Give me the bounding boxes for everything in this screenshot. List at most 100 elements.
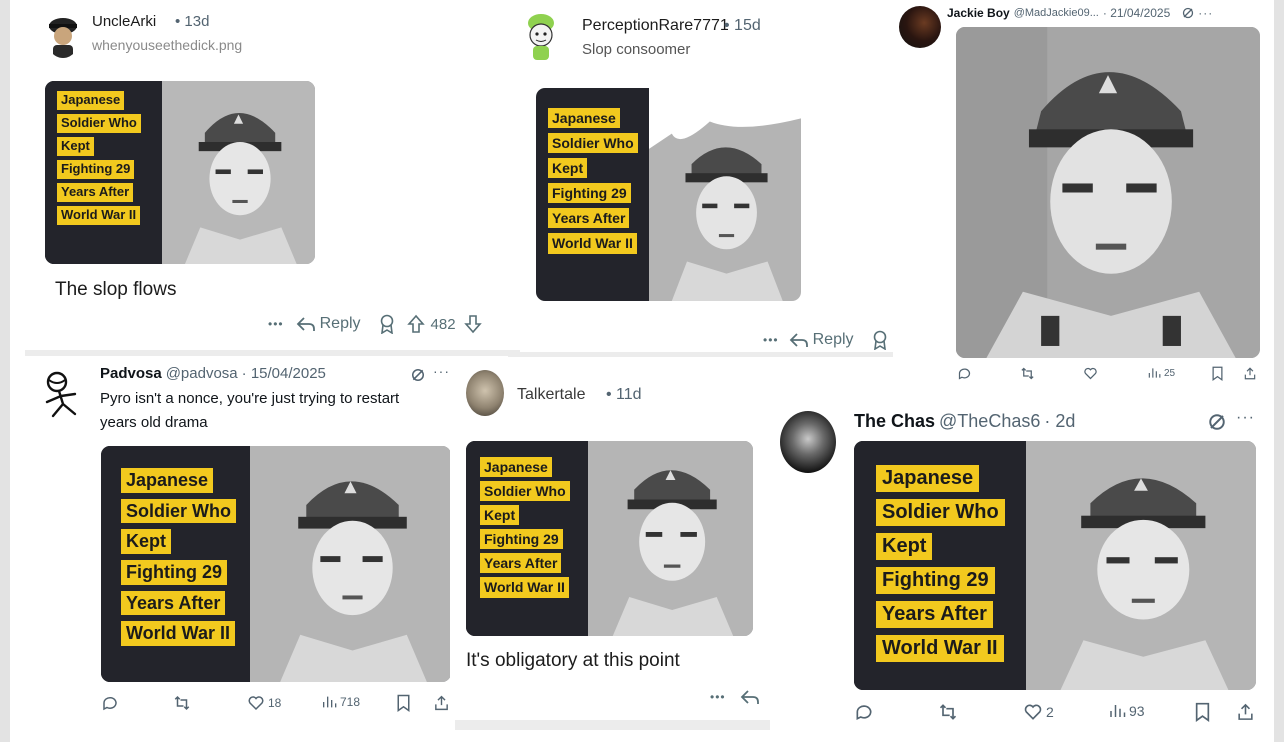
meme-line: Years After <box>876 601 993 628</box>
meme-line: Fighting 29 <box>57 159 135 179</box>
display-name[interactable]: Padvosa <box>100 365 162 382</box>
post-unclearki: UncleArki • 13d whenyouseethedick.png Ja… <box>25 0 520 352</box>
like-button[interactable]: 2 <box>1023 702 1054 722</box>
handle[interactable]: @padvosa <box>166 365 238 382</box>
divider <box>450 720 770 730</box>
timestamp: · 2d <box>1044 411 1076 431</box>
comment-button[interactable] <box>101 694 119 712</box>
meme-line: Fighting 29 <box>480 529 563 550</box>
soldier-photo <box>649 88 801 301</box>
meme-image[interactable]: Japanese Soldier Who Kept Fighting 29 Ye… <box>466 441 753 636</box>
bookmark-button[interactable] <box>396 694 411 712</box>
share-button[interactable] <box>1236 702 1255 722</box>
grok-icon[interactable] <box>411 368 425 382</box>
handle[interactable]: @MadJackie09... <box>1014 7 1099 19</box>
meme-line: Japanese <box>57 91 125 110</box>
like-button[interactable] <box>1083 366 1098 381</box>
meme-line: Soldier Who <box>57 113 141 133</box>
post-thechas: The Chas @TheChas6 · 2d ··· Japanese Sol… <box>770 395 1274 742</box>
meme-line: Soldier Who <box>480 481 570 502</box>
meme-image[interactable]: Japanese Soldier Who Kept Fighting 29 Ye… <box>45 81 315 264</box>
award-icon[interactable] <box>379 314 395 334</box>
like-count: 2 <box>1046 704 1054 720</box>
more-icon[interactable]: ••• <box>710 690 726 704</box>
reply-icon[interactable] <box>740 688 760 706</box>
meme-line: Kept <box>876 533 933 560</box>
more-icon[interactable]: ··· <box>1198 6 1213 20</box>
timestamp: • 13d <box>175 13 210 30</box>
award-icon[interactable] <box>872 330 888 350</box>
meme-line: Kept <box>121 529 171 555</box>
vote-score: 482 <box>430 315 456 333</box>
meme-line: World War II <box>121 621 236 647</box>
meme-line: Years After <box>480 553 562 574</box>
username[interactable]: UncleArki <box>92 13 156 30</box>
views-count: 718 <box>340 695 361 709</box>
meme-image[interactable]: Japanese Soldier Who Kept Fighting 29 Ye… <box>101 446 451 682</box>
meme-image[interactable]: Japanese Soldier Who Kept Fighting 29 Ye… <box>536 88 801 301</box>
more-icon[interactable]: ··· <box>1236 409 1255 427</box>
retweet-button[interactable] <box>938 702 958 722</box>
meme-line: Years After <box>548 208 630 229</box>
post-header: Padvosa @padvosa · 15/04/2025 <box>100 365 326 382</box>
display-name[interactable]: Jackie Boy <box>947 6 1010 20</box>
post-header: The Chas @TheChas6 · 2d <box>854 411 1075 432</box>
meme-image[interactable]: Japanese Soldier Who Kept Fighting 29 Ye… <box>854 441 1256 690</box>
share-button[interactable] <box>433 694 450 712</box>
username[interactable]: PerceptionRare7771 <box>582 17 729 35</box>
bookmark-button[interactable] <box>1194 702 1211 722</box>
avatar[interactable] <box>780 411 836 473</box>
reply-button[interactable]: Reply <box>813 331 854 349</box>
comment-button[interactable] <box>957 366 972 381</box>
username[interactable]: Talkertale <box>517 386 585 404</box>
share-button[interactable] <box>1243 366 1257 381</box>
meme-line: Years After <box>57 182 134 202</box>
comment-button[interactable] <box>854 702 874 722</box>
more-icon[interactable]: ··· <box>433 363 450 379</box>
post-perceptionrare: PerceptionRare7771 • 15d Slop consoomer … <box>508 3 904 355</box>
reply-icon[interactable] <box>789 331 809 349</box>
reply-button[interactable]: Reply <box>320 315 361 333</box>
more-icon[interactable]: ••• <box>763 333 779 347</box>
avatar[interactable] <box>466 370 504 416</box>
meme-line: Japanese <box>548 108 620 129</box>
avatar[interactable] <box>899 6 941 48</box>
meme-line: World War II <box>57 205 141 225</box>
views-button[interactable]: 25 <box>1147 366 1175 380</box>
post-padvosa: Padvosa @padvosa · 15/04/2025 ··· Pyro i… <box>25 356 455 742</box>
soldier-photo[interactable] <box>956 27 1260 358</box>
grok-icon[interactable] <box>1208 413 1226 431</box>
meme-line: Years After <box>121 590 226 616</box>
post-text: years old drama <box>100 414 208 431</box>
timestamp: · 15/04/2025 <box>241 365 326 382</box>
retweet-button[interactable] <box>1020 366 1035 381</box>
downvote-icon[interactable] <box>463 314 482 334</box>
bookmark-button[interactable] <box>1211 366 1224 381</box>
avatar[interactable] <box>45 12 81 58</box>
meme-line: Fighting 29 <box>548 183 631 204</box>
action-bar: ••• <box>710 688 760 706</box>
action-bar: ••• Reply <box>763 330 888 350</box>
display-name[interactable]: The Chas <box>854 411 935 432</box>
timestamp: · 21/04/2025 <box>1102 6 1171 20</box>
reply-icon[interactable] <box>296 315 316 333</box>
views-button[interactable]: 93 <box>1108 702 1145 720</box>
handle[interactable]: @TheChas6 <box>939 411 1040 432</box>
views-button[interactable]: 718 <box>321 694 360 710</box>
grok-icon[interactable] <box>1182 7 1194 19</box>
avatar[interactable] <box>37 368 81 420</box>
soldier-photo <box>588 441 753 636</box>
views-count: 93 <box>1129 703 1145 719</box>
like-button[interactable]: 18 <box>247 694 281 712</box>
post-talkertale: Talkertale • 11d Japanese Soldier Who Ke… <box>450 358 780 720</box>
meme-line: Soldier Who <box>121 498 236 524</box>
avatar[interactable] <box>524 11 558 63</box>
retweet-button[interactable] <box>173 694 191 712</box>
meme-line: Kept <box>480 505 520 526</box>
post-caption: The slop flows <box>55 279 177 300</box>
upvote-icon[interactable] <box>406 314 425 334</box>
action-bar: ••• Reply 482 <box>268 314 482 334</box>
more-icon[interactable]: ••• <box>268 317 284 331</box>
soldier-photo <box>1026 441 1256 690</box>
subtitle: Slop consoomer <box>582 41 691 58</box>
